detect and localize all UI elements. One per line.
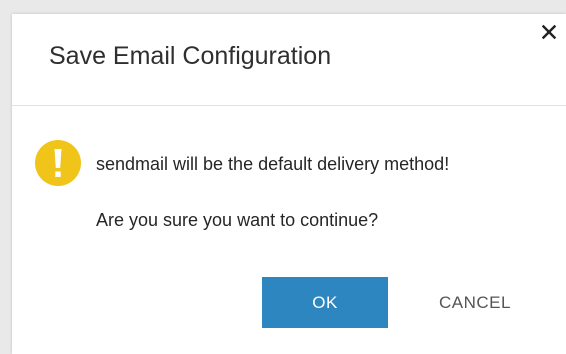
close-icon [541, 24, 557, 40]
ok-button[interactable]: OK [262, 277, 388, 328]
warning-message: sendmail will be the default delivery me… [96, 154, 450, 174]
dialog-title: Save Email Configuration [49, 42, 332, 70]
save-email-configuration-dialog: Save Email Configuration sendmail will b… [12, 14, 566, 354]
close-button[interactable] [537, 20, 561, 44]
dialog-header: Save Email Configuration [12, 14, 566, 106]
exclamation-icon [35, 140, 81, 186]
cancel-button[interactable]: CANCEL [420, 277, 530, 328]
dialog-body: sendmail will be the default delivery me… [12, 106, 566, 354]
confirmation-question: Are you sure you want to continue? [96, 210, 379, 230]
